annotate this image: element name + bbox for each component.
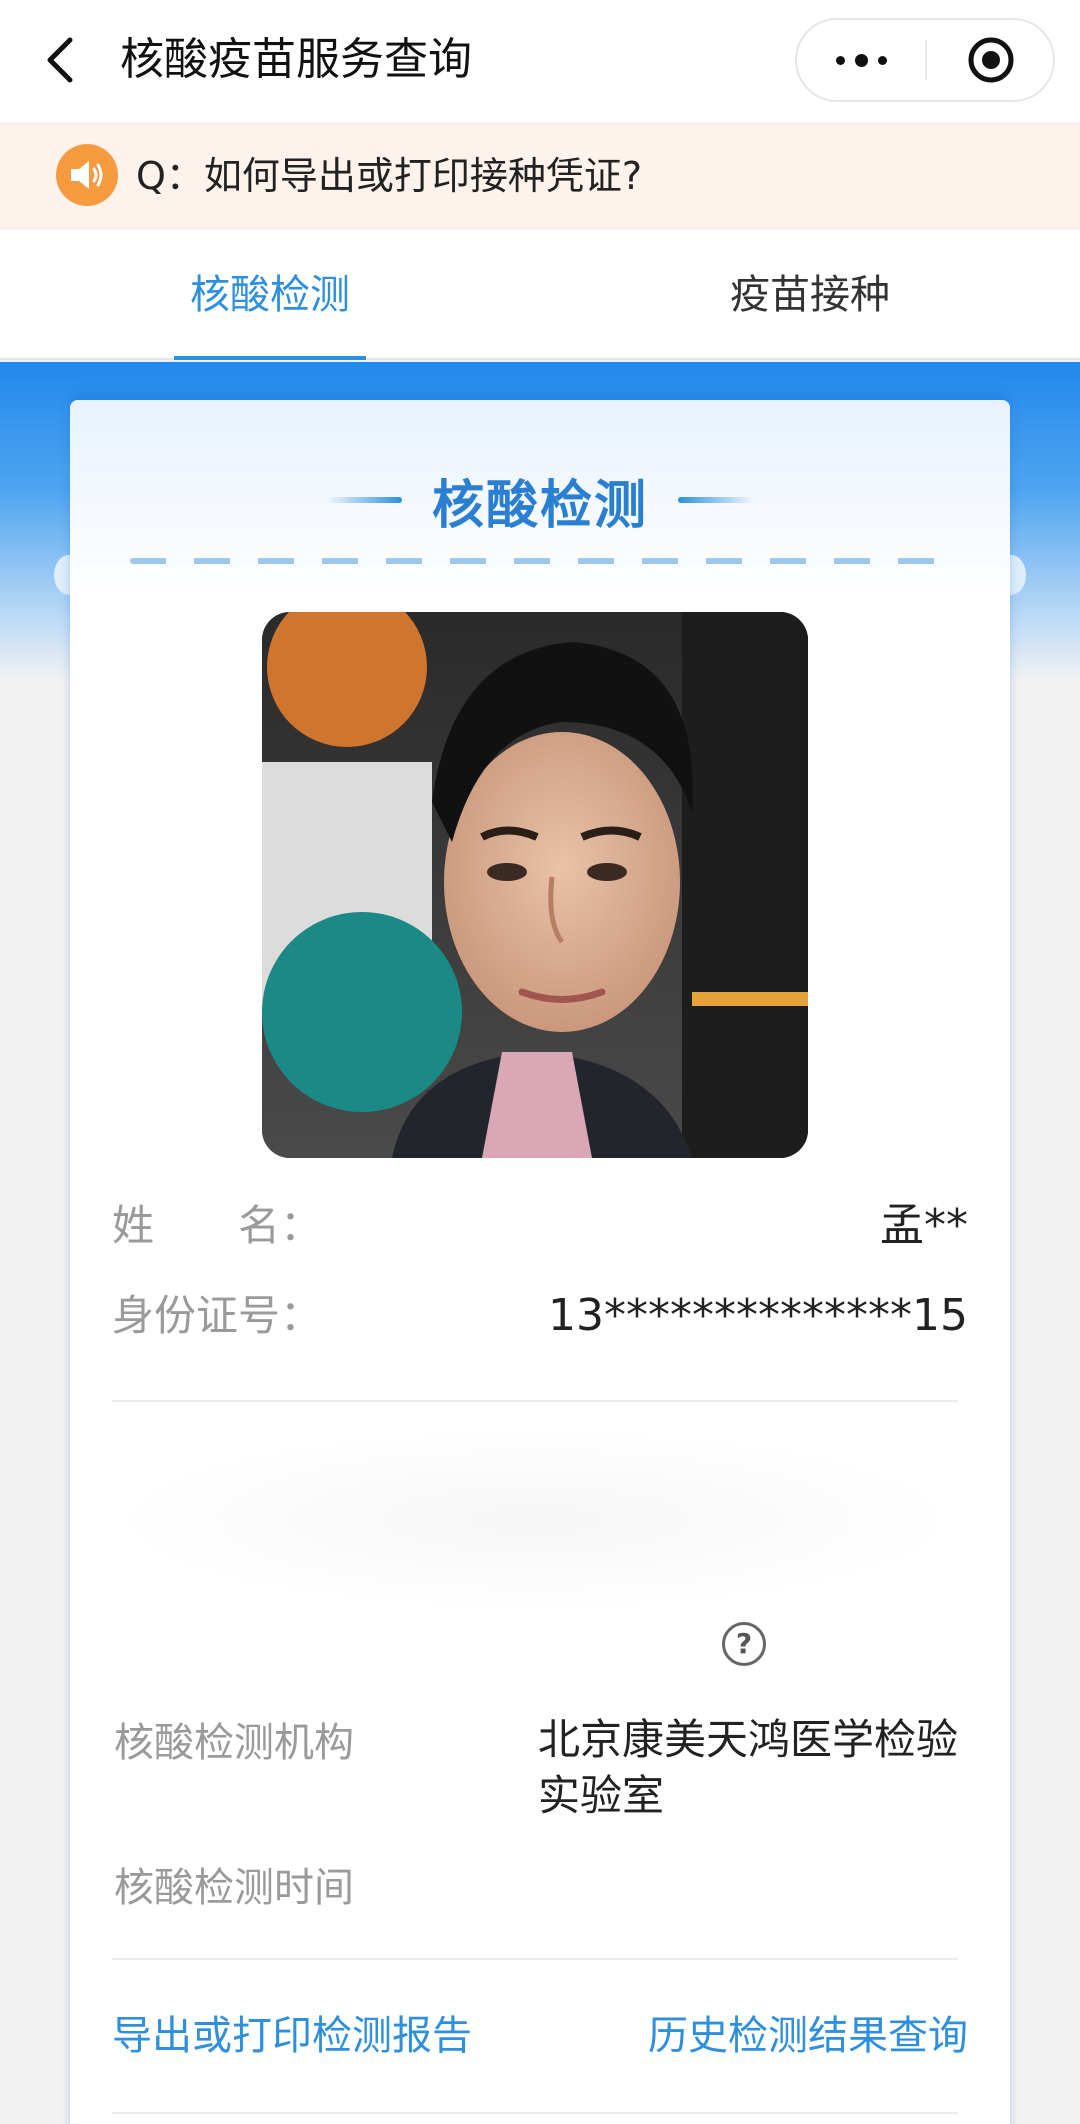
more-dots-icon — [835, 53, 887, 67]
question-circle-icon[interactable]: ? — [722, 1622, 766, 1666]
result-status-area — [112, 1430, 958, 1610]
export-report-link[interactable]: 导出或打印检测报告 — [112, 2008, 472, 2064]
bottom-divider — [112, 2112, 958, 2114]
more-button[interactable] — [797, 20, 925, 100]
active-tab-indicator — [174, 356, 366, 360]
info-divider — [112, 1400, 958, 1402]
mini-program-capsule — [795, 18, 1055, 102]
page-title: 核酸疫苗服务查询 — [120, 34, 472, 85]
name-label: 姓 名： — [112, 1201, 323, 1250]
chevron-left-icon — [47, 37, 73, 83]
time-label: 核酸检测时间 — [114, 1865, 354, 1911]
tab-nucleic-test[interactable]: 核酸检测 — [140, 230, 400, 360]
org-label: 核酸检测机构 — [114, 1720, 354, 1766]
tab-bar: 核酸检测 疫苗接种 — [0, 230, 1080, 360]
title-line-left — [325, 497, 402, 503]
title-line-right — [678, 497, 754, 503]
notice-text: Q：如何导出或打印接种凭证? — [136, 154, 643, 198]
card-title: 核酸检测 — [431, 475, 648, 536]
id-value: 13**************15 — [548, 1290, 968, 1341]
notice-bar[interactable]: Q：如何导出或打印接种凭证? — [0, 122, 1080, 230]
org-value: 北京康美天鸿医学检验实验室 — [538, 1715, 959, 1820]
portrait-photo — [262, 612, 808, 1158]
id-label: 身份证号： — [112, 1291, 323, 1340]
name-value: 孟** — [880, 1200, 968, 1251]
target-close-icon — [968, 37, 1014, 83]
result-card: 核酸检测 姓 名： 孟** 身份证号： 13**************15 ?… — [70, 400, 1010, 2124]
tab-vaccination[interactable]: 疫苗接种 — [680, 230, 940, 360]
navbar: 核酸疫苗服务查询 — [0, 0, 1080, 122]
action-divider — [112, 1958, 958, 1960]
card-header: 核酸检测 — [70, 460, 1010, 540]
back-button[interactable] — [34, 30, 84, 90]
close-button[interactable] — [927, 20, 1055, 100]
speaker-icon — [56, 144, 118, 206]
history-results-link[interactable]: 历史检测结果查询 — [648, 2008, 968, 2064]
dashed-divider — [130, 558, 950, 564]
